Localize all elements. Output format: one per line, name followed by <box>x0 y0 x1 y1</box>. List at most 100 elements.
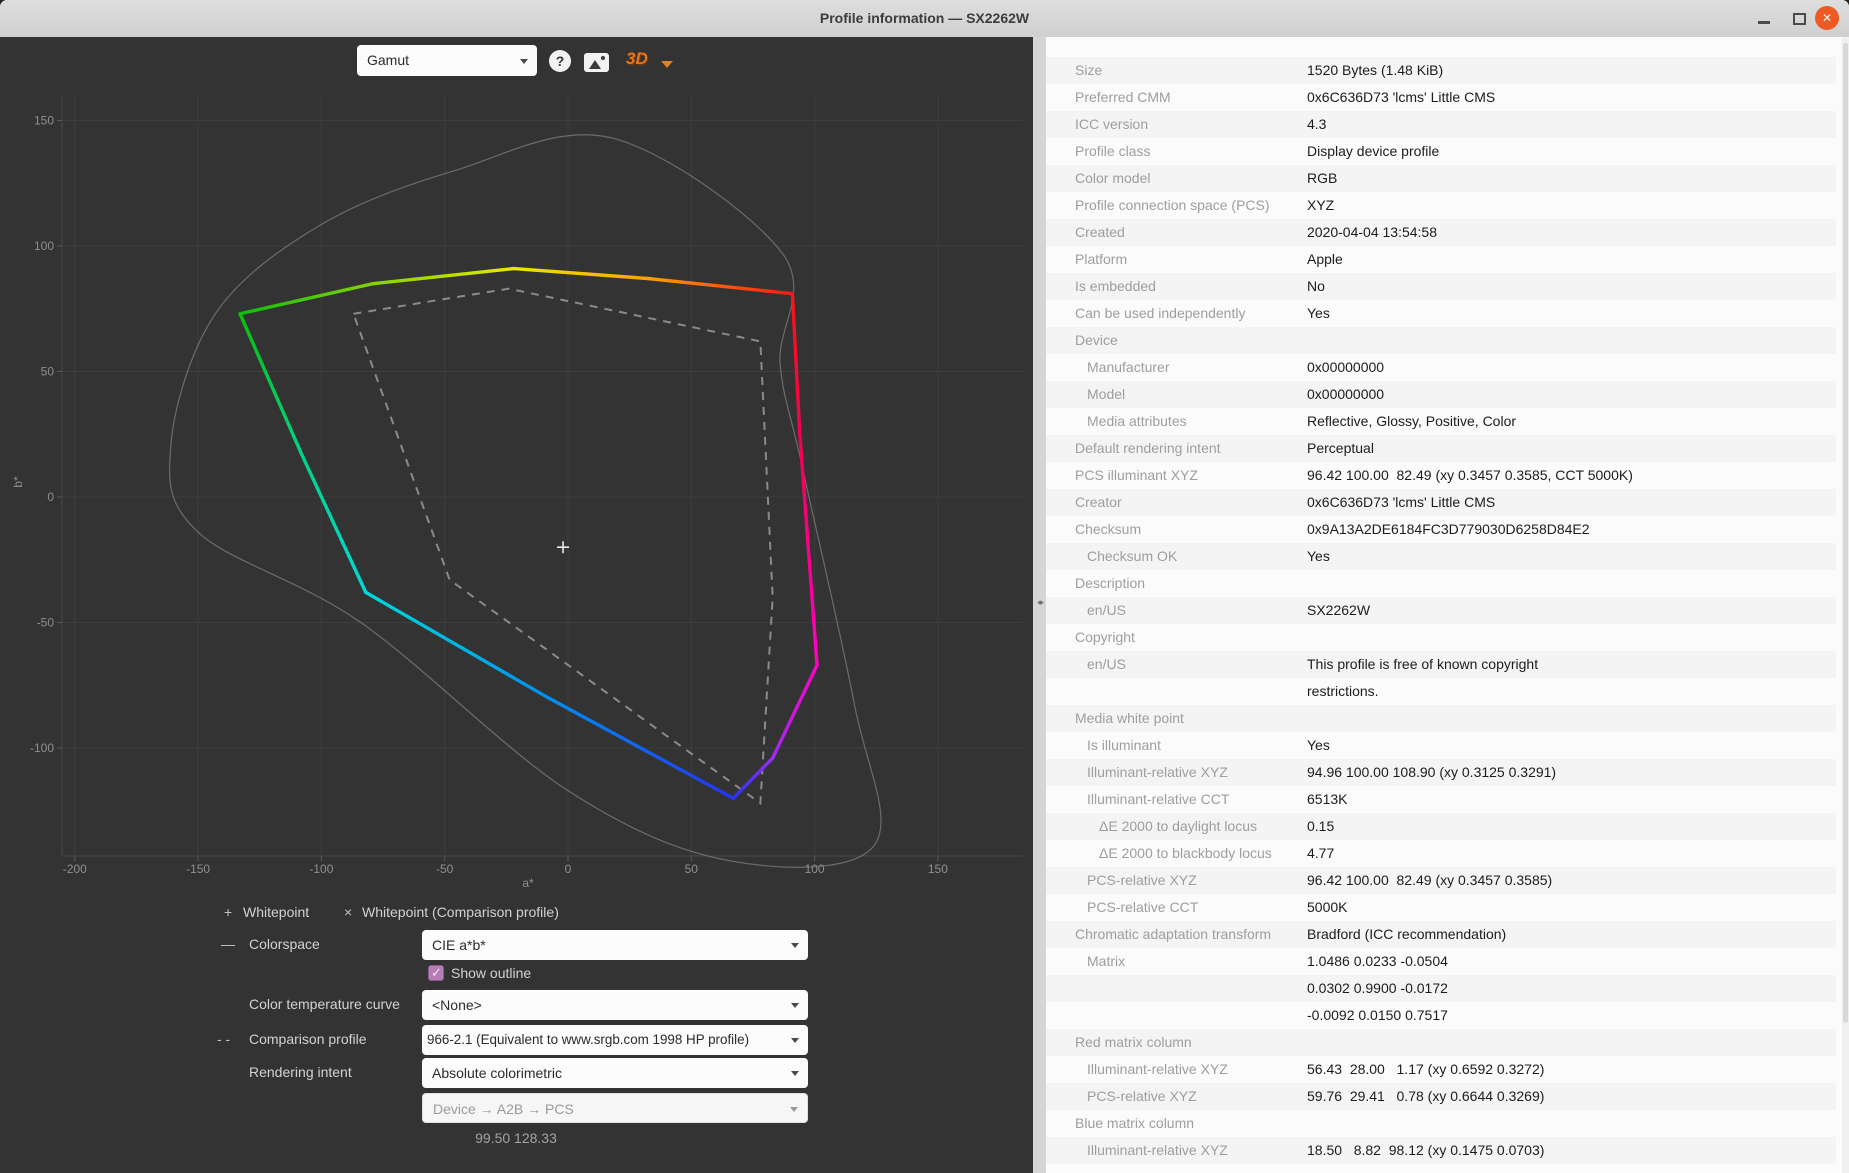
row-value: Display device profile <box>1307 138 1439 165</box>
row-value: 4.3 <box>1307 111 1326 138</box>
row-label: ΔE 2000 to blackbody locus <box>1099 840 1272 867</box>
row-value: Yes <box>1307 543 1330 570</box>
cursor-coordinates: 99.50 128.33 <box>380 1130 652 1146</box>
row-value: -0.0092 0.0150 0.7517 <box>1307 1002 1448 1029</box>
table-row: ICC version4.3 <box>1046 111 1836 138</box>
table-row: Chromatic adaptation transformBradford (… <box>1046 921 1836 948</box>
row-label: Profile class <box>1075 138 1150 165</box>
row-value: 0x00000000 <box>1307 354 1384 381</box>
whitepoint-marker-icon: + <box>224 904 232 920</box>
x-tick-label: 50 <box>685 862 699 876</box>
row-value: 5000K <box>1307 894 1347 921</box>
x-tick-label: 150 <box>928 862 948 876</box>
scrollbar[interactable] <box>1842 37 1849 1173</box>
row-label: Checksum OK <box>1087 543 1177 570</box>
row-value: 94.96 100.00 108.90 (xy 0.3125 0.3291) <box>1307 759 1556 786</box>
show-outline-checkbox[interactable] <box>428 965 444 981</box>
rendering-intent-select[interactable]: Absolute colorimetric <box>422 1058 808 1088</box>
x-axis-title: a* <box>522 876 534 890</box>
gamut-panel: Gamut ? 3D -200-150-100-5005010015015010… <box>0 37 1034 1173</box>
table-row: Copyright <box>1046 624 1836 651</box>
transform-direction-select[interactable]: Device → A2B → PCS <box>422 1093 808 1123</box>
comparison-whitepoint-marker-icon: × <box>344 904 352 920</box>
table-row: Checksum OK Yes <box>1046 543 1836 570</box>
color-temperature-curve-label: Color temperature curve <box>249 996 400 1012</box>
panel-splitter[interactable]: ◂▸ <box>1033 37 1046 1173</box>
y-tick-label: 50 <box>41 365 55 379</box>
row-label: Illuminant-relative XYZ <box>1087 1056 1228 1083</box>
table-row: Illuminant-relative XYZ94.96 100.00 108.… <box>1046 759 1836 786</box>
y-tick-label: 100 <box>34 239 54 253</box>
profile-information-window: Profile information — SX2262W ✕ Gamut ? … <box>0 0 1849 1173</box>
row-label: Description <box>1075 570 1145 597</box>
table-row: Size1520 Bytes (1.48 KiB) <box>1046 57 1836 84</box>
maximize-button[interactable] <box>1793 13 1806 25</box>
table-row: PCS-relative CCT5000K <box>1046 894 1836 921</box>
colorspace-label: Colorspace <box>249 936 320 952</box>
row-label: Size <box>1075 57 1102 84</box>
colorspace-select[interactable]: CIE a*b* <box>422 930 808 960</box>
row-value: restrictions. <box>1307 678 1379 705</box>
table-row: restrictions. <box>1046 678 1836 705</box>
table-row: -0.0092 0.0150 0.7517 <box>1046 1002 1836 1029</box>
colorspace-line-marker-icon: — <box>221 936 235 952</box>
minimize-button[interactable] <box>1758 21 1770 24</box>
table-row: Checksum 0x9A13A2DE6184FC3D779030D6258D84… <box>1046 516 1836 543</box>
row-value: 1.0486 0.0233 -0.0504 <box>1307 948 1448 975</box>
row-value: 0x6C636D73 'lcms' Little CMS <box>1307 84 1495 111</box>
show-outline-label: Show outline <box>451 965 531 981</box>
row-value: This profile is free of known copyright <box>1307 651 1538 678</box>
row-value: 18.50 8.82 98.12 (xy 0.1475 0.0703) <box>1307 1137 1544 1164</box>
row-label: en/US <box>1087 651 1126 678</box>
y-axis-title: b* <box>11 476 25 488</box>
row-label: Illuminant-relative XYZ <box>1087 1137 1228 1164</box>
row-label: PCS-relative XYZ <box>1087 867 1197 894</box>
table-row: Can be used independentlyYes <box>1046 300 1836 327</box>
table-row: Device <box>1046 327 1836 354</box>
row-value: No <box>1307 273 1325 300</box>
comparison-profile-label: Comparison profile <box>249 1031 367 1047</box>
colorspace-value: CIE a*b* <box>422 930 788 960</box>
table-row: Manufacturer0x00000000 <box>1046 354 1836 381</box>
row-value: 0x9A13A2DE6184FC3D779030D6258D84E2 <box>1307 516 1590 543</box>
comparison-profile-select[interactable]: 966-2.1 (Equivalent to www.srgb.com 1998… <box>422 1025 808 1055</box>
row-label: Is embedded <box>1075 273 1156 300</box>
y-tick-label: 150 <box>34 114 54 128</box>
table-row: PCS-relative XYZ59.76 29.41 0.78 (xy 0.6… <box>1046 1083 1836 1110</box>
row-value: Bradford (ICC recommendation) <box>1307 921 1506 948</box>
titlebar: Profile information — SX2262W ✕ <box>0 0 1849 38</box>
grid: -200-150-100-50050100150150100500-50-100 <box>30 95 1022 876</box>
profile-info-table: Size1520 Bytes (1.48 KiB)Preferred CMM0x… <box>1046 57 1836 1164</box>
row-value: 0.15 <box>1307 813 1334 840</box>
table-row: Blue matrix column <box>1046 1110 1836 1137</box>
row-label: Media white point <box>1075 705 1184 732</box>
table-row: Description <box>1046 570 1836 597</box>
splitter-handle-icon[interactable]: ◂▸ <box>1033 597 1046 608</box>
row-value: Apple <box>1307 246 1343 273</box>
table-row: Model0x00000000 <box>1046 381 1836 408</box>
row-label: Red matrix column <box>1075 1029 1192 1056</box>
table-row: Profile connection space (PCS)XYZ <box>1046 192 1836 219</box>
rendering-intent-label: Rendering intent <box>249 1064 352 1080</box>
table-row: Created2020-04-04 13:54:58 <box>1046 219 1836 246</box>
close-button[interactable]: ✕ <box>1815 6 1839 30</box>
table-row: Illuminant-relative XYZ 18.50 8.82 98.12 … <box>1046 1137 1836 1164</box>
whitepoint-marker <box>557 541 569 553</box>
row-label: Can be used independently <box>1075 300 1245 327</box>
color-temperature-curve-value: <None> <box>422 990 788 1020</box>
table-row: Matrix1.0486 0.0233 -0.0504 <box>1046 948 1836 975</box>
table-row: en/USSX2262W <box>1046 597 1836 624</box>
row-label: PCS illuminant XYZ <box>1075 462 1198 489</box>
row-label: Checksum <box>1075 516 1141 543</box>
table-row: PCS-relative XYZ96.42 100.00 82.49 (xy 0… <box>1046 867 1836 894</box>
table-row: en/US This profile is free of known copyr… <box>1046 651 1836 678</box>
row-value: Yes <box>1307 732 1330 759</box>
scrollbar-thumb[interactable] <box>1843 43 1848 1023</box>
color-temperature-curve-select[interactable]: <None> <box>422 990 808 1020</box>
row-value: XYZ <box>1307 192 1334 219</box>
rendering-intent-value: Absolute colorimetric <box>422 1058 788 1088</box>
x-tick-label: -50 <box>436 862 454 876</box>
row-label: PCS-relative XYZ <box>1087 1083 1197 1110</box>
row-value: 56.43 28.00 1.17 (xy 0.6592 0.3272) <box>1307 1056 1544 1083</box>
chevron-down-icon <box>791 1071 799 1076</box>
